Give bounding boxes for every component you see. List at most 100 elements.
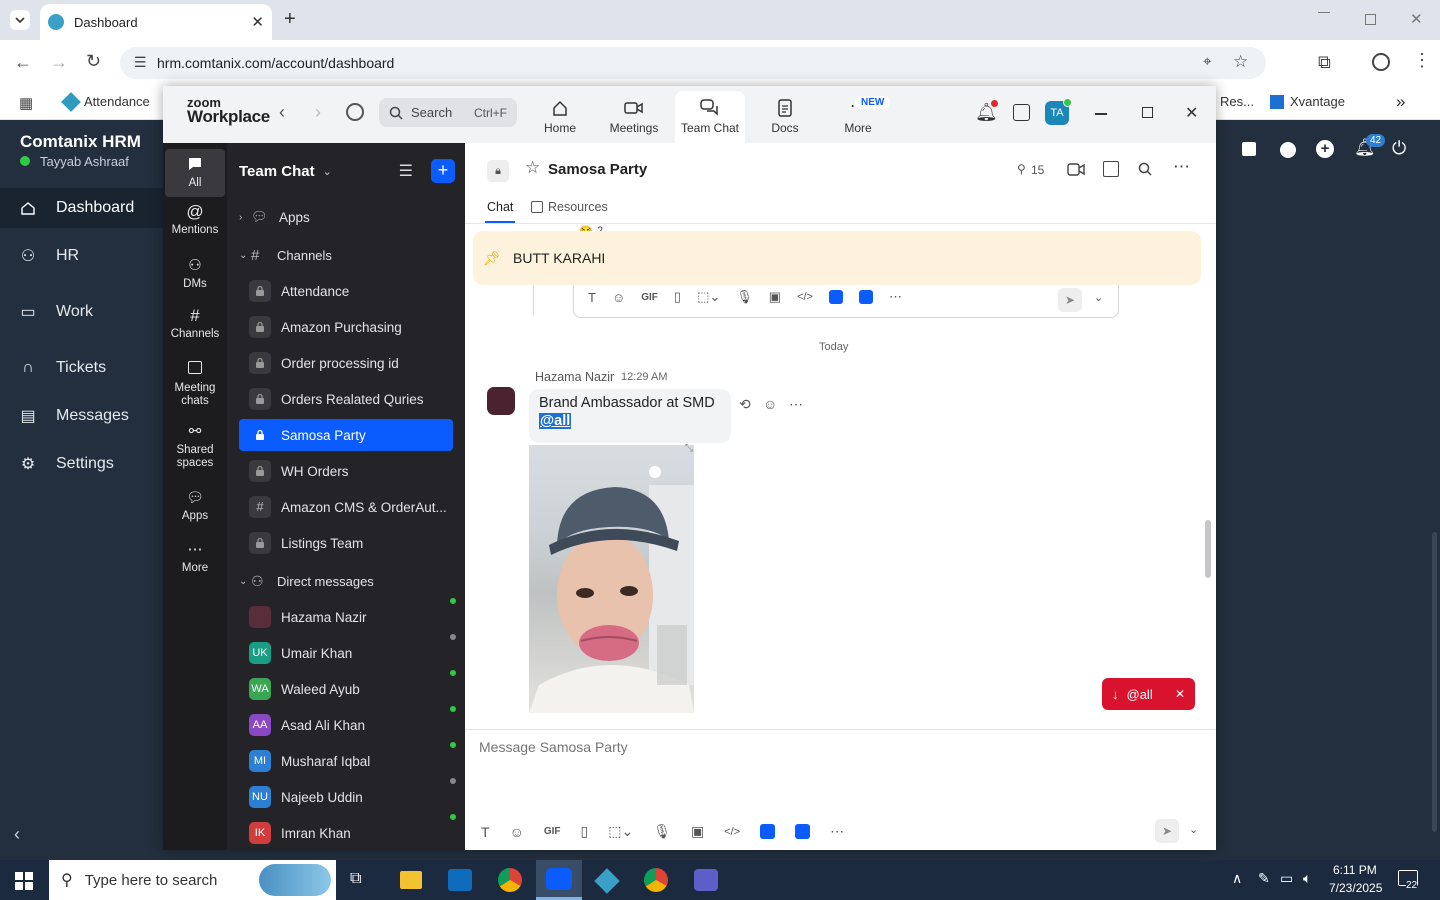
message-more-icon[interactable]: ⋯ <box>789 396 803 413</box>
rail-all[interactable]: All <box>165 149 225 197</box>
channel-item[interactable]: WH Orders <box>239 455 453 487</box>
nav-settings[interactable]: ⚙ Settings <box>0 444 163 484</box>
emoji-icon[interactable]: ☺ <box>510 824 524 840</box>
screenshot-icon[interactable]: ⬚⌄ <box>697 289 720 305</box>
message-bubble[interactable]: Brand Ambassador at SMD @all <box>529 389 731 443</box>
tab-search-button[interactable] <box>10 10 30 30</box>
hrm-scrollbar[interactable] <box>1432 532 1437 832</box>
windows-start-icon[interactable] <box>15 872 33 890</box>
send-options-icon[interactable]: ⌄ <box>1094 291 1103 304</box>
rail-meeting-chats[interactable]: Meeting chats <box>165 361 225 408</box>
channel-item[interactable]: Attendance <box>239 275 453 307</box>
clock-icon[interactable] <box>1280 142 1296 158</box>
dm-item[interactable]: UK Umair Khan <box>239 633 457 669</box>
sender-avatar[interactable] <box>487 387 515 415</box>
minimize-window-icon[interactable] <box>1318 12 1330 13</box>
chevron-down-icon[interactable]: ⌄ <box>323 165 332 178</box>
app-icon[interactable] <box>760 824 776 839</box>
video-call-icon[interactable] <box>1067 163 1085 176</box>
back-icon[interactable]: ← <box>14 52 32 73</box>
close-icon[interactable]: ✕ <box>1185 103 1198 123</box>
gif-icon[interactable]: GIF <box>641 292 658 303</box>
file-icon[interactable]: ▯ <box>581 823 589 840</box>
reload-icon[interactable]: ↻ <box>86 51 101 72</box>
microphone-icon[interactable]: 🎙︎ <box>736 289 753 305</box>
channel-item[interactable]: Orders Realated Quries <box>239 383 453 415</box>
rail-channels[interactable]: # Channels <box>165 307 225 341</box>
calendar-icon[interactable] <box>1013 104 1030 121</box>
send-icon[interactable]: ➤ <box>1058 288 1082 312</box>
power-icon[interactable]: ⏻ <box>1392 138 1406 159</box>
address-bar[interactable]: ☰ hrm.comtanix.com/account/dashboard ⌖ ☆ <box>120 47 1266 79</box>
sticky-note-icon[interactable] <box>1242 142 1256 156</box>
more-options-icon[interactable]: ⋯ <box>1173 157 1190 177</box>
back-icon[interactable]: ‹ <box>279 102 285 123</box>
taskbar-search[interactable]: ⚲ Type here to search <box>49 860 336 900</box>
restore-window-icon[interactable] <box>1365 14 1376 25</box>
tab-meetings[interactable]: Meetings <box>599 91 669 143</box>
show-hidden-icons[interactable]: ∧ <box>1232 870 1242 887</box>
jump-to-mention-button[interactable]: ↓ @all ✕ <box>1102 678 1195 710</box>
app-icon[interactable] <box>795 824 811 839</box>
reply-icon[interactable]: ⟲ <box>739 396 751 413</box>
task-view-icon[interactable]: ⧉ <box>350 870 361 888</box>
pen-icon[interactable]: ✎ <box>1258 870 1270 887</box>
bookmark-res[interactable]: Res... <box>1220 94 1254 109</box>
app-icon[interactable] <box>828 290 843 304</box>
dm-item[interactable]: AA Asad Ali Khan <box>239 705 457 741</box>
url-text[interactable]: hrm.comtanix.com/account/dashboard <box>157 55 394 71</box>
close-window-icon[interactable]: ✕ <box>1410 10 1423 28</box>
new-tab-button[interactable]: + <box>284 8 296 31</box>
history-icon[interactable] <box>346 103 364 121</box>
rail-apps[interactable]: 💬︎ Apps <box>165 490 225 523</box>
maximize-icon[interactable] <box>1142 107 1153 118</box>
dm-item[interactable]: IK Imran Khan <box>239 813 457 849</box>
nav-hr[interactable]: ⚇ HR <box>0 236 163 276</box>
zoom-search-box[interactable]: Search Ctrl+F <box>379 98 517 127</box>
dm-item[interactable]: WA Waleed Ayub <box>239 669 457 705</box>
tab-team-chat[interactable]: Team Chat <box>675 91 745 143</box>
more-icon[interactable]: ⋯ <box>830 823 844 840</box>
sender-name[interactable]: Hazama Nazir <box>535 370 614 384</box>
volume-icon[interactable]: 🔈︎ <box>1303 870 1311 887</box>
filter-icon[interactable]: ☰ <box>399 161 413 181</box>
file-icon[interactable]: ▯ <box>674 289 681 305</box>
code-icon[interactable]: </> <box>797 291 813 303</box>
nav-messages[interactable]: ▤ Messages <box>0 396 163 436</box>
send-options-icon[interactable]: ⌄ <box>1189 823 1198 836</box>
gif-icon[interactable]: GIF <box>544 826 561 837</box>
location-icon[interactable]: ⌖ <box>1203 53 1211 70</box>
outlook-icon[interactable] <box>448 869 472 891</box>
dm-item[interactable]: NU Najeeb Uddin <box>239 777 457 813</box>
bookmark-attendance[interactable]: Attendance <box>61 91 150 112</box>
members-icon[interactable]: ⚲ <box>1017 162 1026 176</box>
chrome-icon[interactable] <box>644 868 668 892</box>
dm-item[interactable]: MI Musharaf Iqbal <box>239 741 457 777</box>
site-info-icon[interactable]: ☰ <box>134 54 147 71</box>
chrome-profile-icon[interactable] <box>498 868 522 892</box>
nav-work[interactable]: ▭ Work <box>0 292 163 332</box>
new-chat-button[interactable]: + <box>431 159 455 183</box>
nav-dashboard[interactable]: Dashboard <box>0 188 163 228</box>
dm-item[interactable]: Hazama Nazir <box>239 597 457 633</box>
rail-mentions[interactable]: @ Mentions <box>165 203 225 237</box>
file-explorer-icon[interactable] <box>400 871 422 889</box>
zoom-taskbar-icon[interactable] <box>536 860 582 900</box>
bookmark-star-icon[interactable]: ☆ <box>1233 52 1248 72</box>
add-reaction-icon[interactable]: ☺ <box>763 396 777 412</box>
add-icon[interactable]: + <box>1316 140 1334 158</box>
rail-dms[interactable]: ⚇ DMs <box>165 258 225 291</box>
pinned-banner[interactable]: 📌︎ BUTT KARAHI <box>473 231 1201 285</box>
browser-tab-dashboard[interactable]: Dashboard ✕ <box>40 4 272 40</box>
hrm-app-name[interactable]: Comtanix HRM <box>20 132 141 152</box>
message-photo[interactable] <box>529 445 694 713</box>
photo-handle-icon[interactable]: ⤡ <box>685 443 693 454</box>
forward-icon[interactable]: → <box>50 52 68 73</box>
channel-title[interactable]: Samosa Party <box>548 161 647 178</box>
panel-title[interactable]: Team Chat <box>239 163 315 180</box>
bookmark-xvantage[interactable]: Xvantage <box>1270 94 1345 109</box>
dm-section[interactable]: ⌄ ⚇ Direct messages <box>239 565 453 597</box>
extension-icon[interactable]: ⧉ <box>1318 52 1331 73</box>
rail-more[interactable]: ⋯ More <box>165 542 225 575</box>
microphone-icon[interactable]: 🎙︎ <box>653 823 671 840</box>
